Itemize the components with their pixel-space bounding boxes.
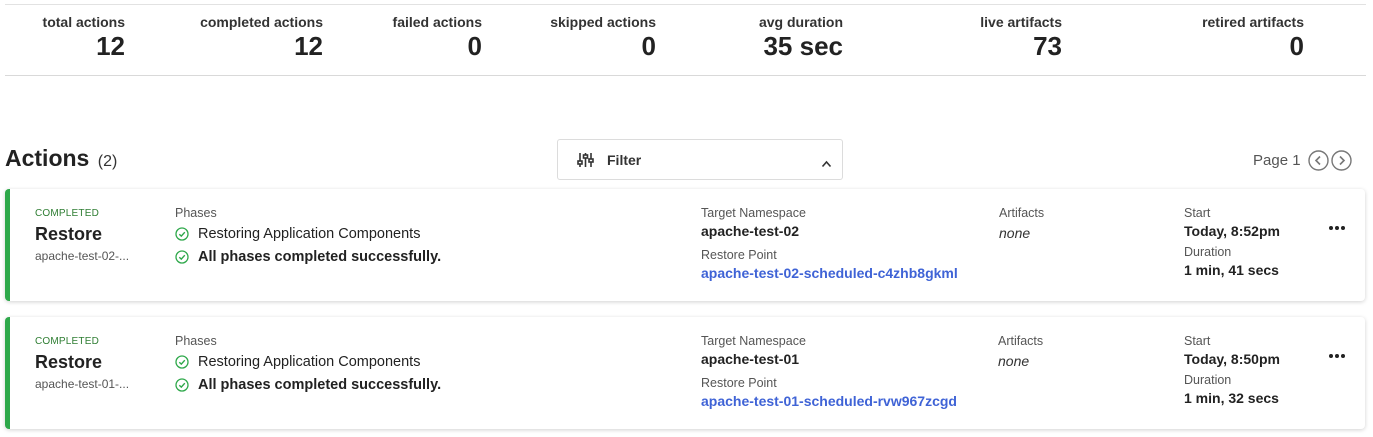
filter-label: Filter xyxy=(607,152,642,168)
artifacts-value: none xyxy=(999,225,1031,241)
phase-item: Restoring Application Components xyxy=(175,226,420,242)
stat-total-actions: total actions 12 xyxy=(43,14,125,61)
page-title: Actions (2) xyxy=(5,145,117,172)
phases-label: Phases xyxy=(175,206,217,220)
stat-skipped-actions: skipped actions 0 xyxy=(550,14,656,61)
duration-value: 1 min, 32 secs xyxy=(1184,390,1279,406)
stat-label: failed actions xyxy=(392,14,482,30)
action-subtitle: apache-test-02-... xyxy=(35,249,130,263)
stat-label: total actions xyxy=(42,14,125,30)
status-badge: COMPLETED xyxy=(35,208,100,219)
check-circle-icon xyxy=(175,355,189,369)
check-circle-icon xyxy=(175,227,189,241)
stat-completed-actions: completed actions 12 xyxy=(200,14,323,61)
timing-section: Start Today, 8:52pm Duration 1 min, 41 s… xyxy=(1184,206,1280,278)
chevron-right-icon[interactable] xyxy=(1330,150,1352,171)
stat-avg-duration: avg duration 35 sec xyxy=(759,14,843,61)
artifacts-section: Artifacts none xyxy=(998,334,1043,369)
stat-value: 12 xyxy=(96,31,125,61)
target-namespace-section: Target Namespace apache-test-02 Restore … xyxy=(701,206,958,281)
phase-item: Restoring Application Components xyxy=(175,354,420,370)
start-value: Today, 8:50pm xyxy=(1184,351,1280,367)
artifacts-label: Artifacts xyxy=(999,206,1045,220)
restore-point-link[interactable]: apache-test-01-scheduled-rvw967zcgd xyxy=(701,393,957,409)
stat-label: retired artifacts xyxy=(1202,14,1304,30)
target-namespace-value: apache-test-02 xyxy=(701,223,800,239)
stat-label: completed actions xyxy=(200,14,323,30)
actions-count: (2) xyxy=(97,153,118,170)
target-namespace-value: apache-test-01 xyxy=(701,351,800,367)
check-circle-icon xyxy=(175,250,189,264)
stat-retired-artifacts: retired artifacts 0 xyxy=(1202,14,1304,61)
stat-label: skipped actions xyxy=(550,14,656,30)
stat-value: 35 sec xyxy=(763,31,843,61)
filter-dropdown[interactable]: Filter xyxy=(557,139,843,180)
phases-label: Phases xyxy=(175,334,217,348)
chevron-left-icon[interactable] xyxy=(1307,150,1329,171)
page-indicator: Page 1 xyxy=(1253,152,1301,169)
duration-label: Duration xyxy=(1184,373,1232,387)
stats-bar: total actions 12 completed actions 12 fa… xyxy=(5,4,1366,76)
timing-section: Start Today, 8:50pm Duration 1 min, 32 s… xyxy=(1184,334,1280,406)
stat-value: 12 xyxy=(294,31,323,61)
stat-label: avg duration xyxy=(758,14,843,30)
restore-point-label: Restore Point xyxy=(701,248,777,262)
artifacts-section: Artifacts none xyxy=(999,206,1044,241)
phase-text: All phases completed successfully. xyxy=(198,377,442,393)
stat-value: 0 xyxy=(467,31,482,61)
action-title: Restore xyxy=(35,352,103,372)
phase-text: All phases completed successfully. xyxy=(198,249,442,265)
start-label: Start xyxy=(1184,206,1211,220)
check-circle-icon xyxy=(175,378,189,392)
stat-live-artifacts: live artifacts 73 xyxy=(980,14,1062,61)
action-subtitle: apache-test-01-... xyxy=(35,377,130,391)
action-card[interactable]: COMPLETED Restore apache-test-02-... Pha… xyxy=(5,189,1365,301)
stat-value: 0 xyxy=(641,31,656,61)
stat-failed-actions: failed actions 0 xyxy=(393,14,482,61)
restore-point-label: Restore Point xyxy=(701,376,777,390)
page-title-text: Actions xyxy=(5,145,90,171)
stat-value: 0 xyxy=(1289,31,1304,61)
stat-label: live artifacts xyxy=(980,14,1062,30)
target-namespace-label: Target Namespace xyxy=(701,334,806,348)
status-badge: COMPLETED xyxy=(35,336,100,347)
restore-point-link[interactable]: apache-test-02-scheduled-c4zhb8gkml xyxy=(701,265,958,281)
action-title: Restore xyxy=(35,224,103,244)
target-namespace-label: Target Namespace xyxy=(701,206,806,220)
artifacts-label: Artifacts xyxy=(998,334,1044,348)
target-namespace-section: Target Namespace apache-test-01 Restore … xyxy=(701,334,957,409)
phase-text: Restoring Application Components xyxy=(198,354,421,370)
duration-value: 1 min, 41 secs xyxy=(1184,262,1279,278)
stat-value: 73 xyxy=(1033,31,1062,61)
chevron-up-icon xyxy=(821,155,832,173)
artifacts-value: none xyxy=(998,353,1030,369)
phase-item: All phases completed successfully. xyxy=(175,377,441,393)
phase-item: All phases completed successfully. xyxy=(175,249,441,265)
duration-label: Duration xyxy=(1184,245,1232,259)
sliders-icon xyxy=(577,152,594,173)
more-horizontal-icon[interactable] xyxy=(1328,346,1346,364)
start-value: Today, 8:52pm xyxy=(1184,223,1280,239)
pagination: Page 1 xyxy=(1253,150,1354,171)
phase-text: Restoring Application Components xyxy=(198,226,421,242)
start-label: Start xyxy=(1184,334,1211,348)
action-card[interactable]: COMPLETED Restore apache-test-01-... Pha… xyxy=(5,317,1365,429)
more-horizontal-icon[interactable] xyxy=(1328,218,1346,236)
